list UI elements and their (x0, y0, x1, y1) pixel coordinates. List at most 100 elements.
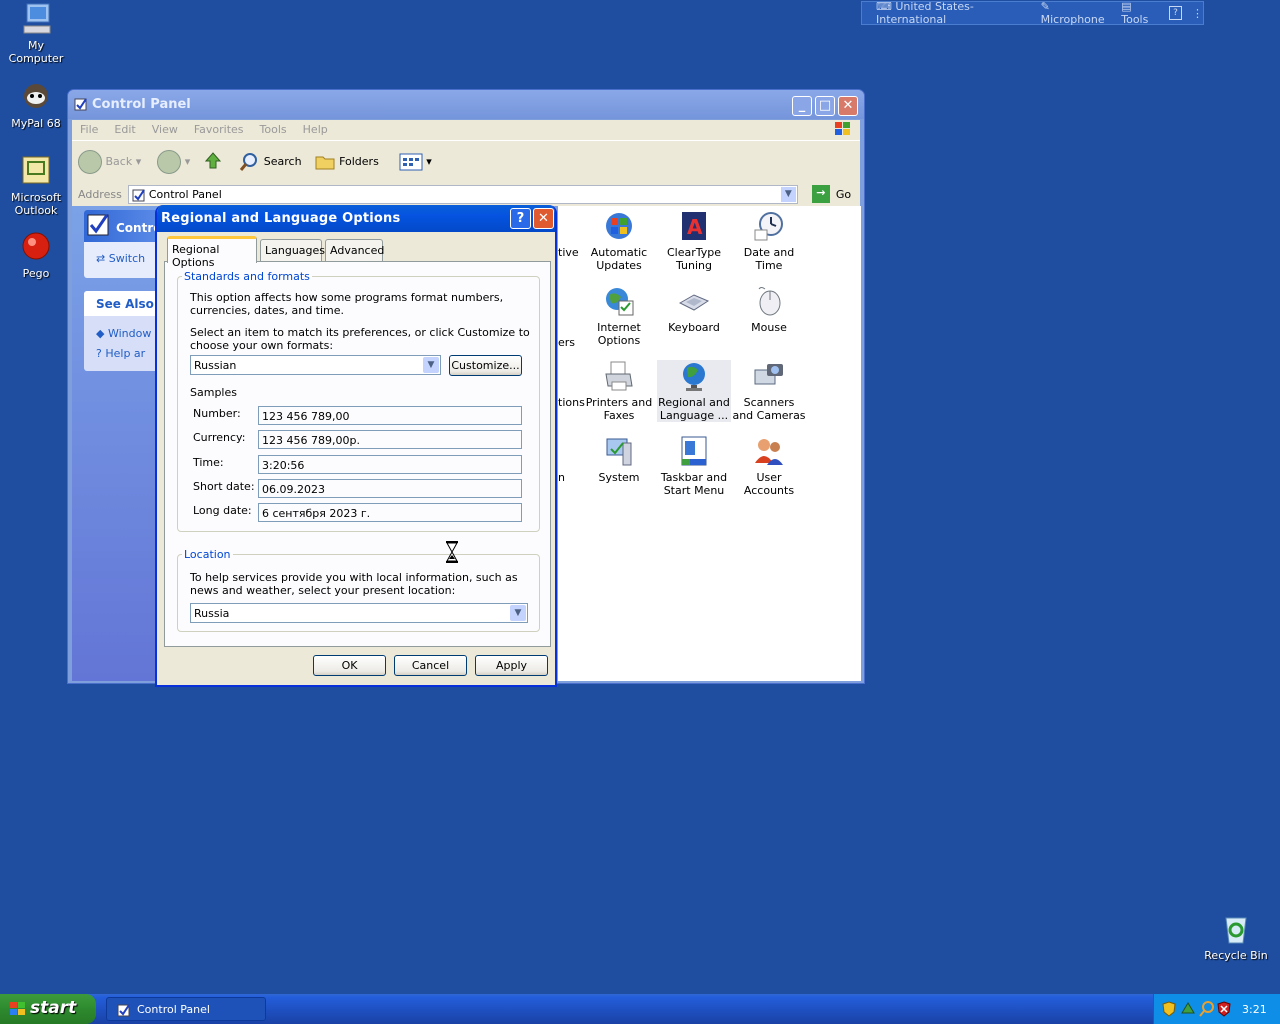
forward-button[interactable]: ▾ (157, 149, 190, 174)
address-label: Address (78, 187, 122, 201)
cp-item-label: Printers and Faxes (585, 396, 653, 422)
up-folder-icon[interactable] (202, 149, 224, 174)
help-support-link[interactable]: ? Help ar (96, 344, 158, 364)
minimize-button[interactable]: _ (792, 96, 812, 116)
partial-item-label: tive (558, 246, 579, 259)
desktop-icon-label: My Computer (8, 39, 64, 65)
dialog-title: Regional and Language Options (161, 211, 401, 226)
address-dropdown-button[interactable]: ▼ (780, 186, 796, 202)
cp-item-automatic-updates[interactable]: Automatic Updates (582, 210, 656, 272)
chevron-down-icon: ▼ (423, 357, 439, 373)
menu-edit[interactable]: Edit (114, 123, 135, 140)
views-icon (399, 153, 423, 170)
dialog-help-button[interactable]: ? (510, 208, 531, 229)
cp-item-user-accounts[interactable]: User Accounts (732, 435, 806, 497)
tab-languages[interactable]: Languages (260, 239, 325, 261)
control-panel-small-icon (117, 1003, 131, 1020)
system-tray: 3:21 (1153, 994, 1280, 1024)
cp-item-label: Regional and Language ... (658, 396, 730, 422)
ok-button[interactable]: OK (313, 655, 386, 676)
dialog-close-button[interactable]: ✕ (533, 208, 554, 229)
menu-help[interactable]: Help (303, 123, 328, 140)
go-label: Go (835, 187, 852, 201)
go-button[interactable]: → Go (811, 185, 852, 203)
cp-item-mouse[interactable]: Mouse (732, 285, 806, 334)
tools-button[interactable]: ▤ Tools (1121, 0, 1159, 26)
printer-icon (603, 360, 635, 392)
pego-icon (19, 230, 53, 264)
cp-item-keyboard[interactable]: Keyboard (657, 285, 731, 334)
start-button[interactable]: start (0, 994, 96, 1024)
maximize-button[interactable]: □ (815, 96, 835, 116)
desktop-icon-recycle-bin[interactable]: Recycle Bin (1200, 912, 1272, 962)
desktop-icon-mypal[interactable]: MyPal 68 (0, 80, 72, 130)
tab-advanced[interactable]: Advanced (325, 239, 384, 261)
taskbar-button-control-panel[interactable]: Control Panel (106, 997, 266, 1021)
format-select[interactable]: Russian ▼ (190, 355, 441, 375)
taskbar-button-label: Control Panel (137, 1003, 210, 1016)
computer-icon (19, 2, 53, 36)
customize-button[interactable]: Customize... (449, 355, 522, 376)
windows-update-link[interactable]: ◆ Window (96, 324, 158, 344)
control-panel-large-icon (86, 212, 112, 241)
location-select[interactable]: Russia ▼ (190, 603, 528, 623)
security-shield-icon[interactable] (1162, 1001, 1176, 1020)
sample-label: Time: (193, 456, 224, 469)
menu-favorites[interactable]: Favorites (194, 123, 244, 140)
switch-view-link[interactable]: ⇄ Switch (84, 242, 158, 265)
cp-item-scanners-cameras[interactable]: Scanners and Cameras (732, 360, 806, 422)
cp-item-regional-language[interactable]: Regional and Language ... (657, 360, 731, 422)
address-bar: Address Control Panel ▼ → Go (72, 182, 860, 206)
start-label: start (30, 998, 77, 1018)
window-title: Control Panel (92, 97, 191, 112)
raccoon-browser-icon (19, 80, 53, 114)
close-button[interactable]: ✕ (838, 96, 858, 116)
control-panel-small-icon (74, 97, 88, 115)
network-icon[interactable] (1180, 1001, 1196, 1020)
dialog-titlebar[interactable]: Regional and Language Options (157, 205, 555, 232)
langbar-options-icon[interactable]: ⋮ (1192, 7, 1203, 20)
desktop-icon-outlook[interactable]: Microsoft Outlook (0, 154, 72, 217)
tab-pane: Standards and formats This option affect… (164, 261, 551, 647)
views-button[interactable]: ▾ (399, 152, 432, 172)
cancel-button[interactable]: Cancel (394, 655, 467, 676)
menu-file[interactable]: File (80, 123, 98, 140)
antivirus-icon[interactable] (1217, 1001, 1231, 1020)
cp-item-label: Keyboard (668, 321, 720, 334)
clock-icon (753, 210, 785, 242)
menu-view[interactable]: View (152, 123, 178, 140)
cp-item-system[interactable]: System (582, 435, 656, 484)
mouse-icon (753, 285, 785, 317)
cp-item-printers-faxes[interactable]: Printers and Faxes (582, 360, 656, 422)
partial-item-label: n (558, 471, 565, 484)
microphone-button[interactable]: ✎ Microphone (1041, 0, 1112, 26)
apply-button[interactable]: Apply (475, 655, 548, 676)
cp-item-label: Scanners and Cameras (732, 396, 806, 422)
keyboard-layout-button[interactable]: ⌨ United States-International (876, 0, 1031, 26)
toolbar: Back ▾ ▾ Search Folders ▾ (72, 140, 860, 182)
cp-item-cleartype[interactable]: A ClearType Tuning (657, 210, 731, 272)
search-icon (240, 152, 258, 171)
tab-regional-options[interactable]: Regional Options (167, 236, 257, 269)
back-arrow-icon (78, 149, 102, 174)
windows-update-label: Window (107, 327, 152, 340)
desktop-icon-pego[interactable]: Pego (0, 230, 72, 280)
partial-item-label: tions (558, 396, 585, 409)
folders-button[interactable]: Folders (314, 151, 379, 173)
location-select-value: Russia (194, 607, 230, 620)
cp-item-taskbar-start-menu[interactable]: Taskbar and Start Menu (657, 435, 731, 497)
taskbar-icon (678, 435, 710, 467)
windows-logo-icon (834, 121, 852, 140)
cp-item-internet-options[interactable]: Internet Options (582, 285, 656, 347)
back-button[interactable]: Back ▾ (78, 149, 141, 174)
cp-item-label: Date and Time (743, 246, 795, 272)
sample-number-field: 123 456 789,00 (258, 406, 522, 425)
menu-tools[interactable]: Tools (260, 123, 287, 140)
desktop-icon-my-computer[interactable]: My Computer (0, 2, 72, 65)
address-input[interactable]: Control Panel ▼ (127, 184, 798, 204)
search-button[interactable]: Search (238, 151, 302, 173)
search-tray-icon[interactable] (1199, 1001, 1215, 1020)
help-icon[interactable]: ? (1168, 6, 1182, 20)
window-titlebar[interactable]: Control Panel _ □ ✕ (68, 90, 864, 119)
cp-item-date-time[interactable]: Date and Time (732, 210, 806, 272)
